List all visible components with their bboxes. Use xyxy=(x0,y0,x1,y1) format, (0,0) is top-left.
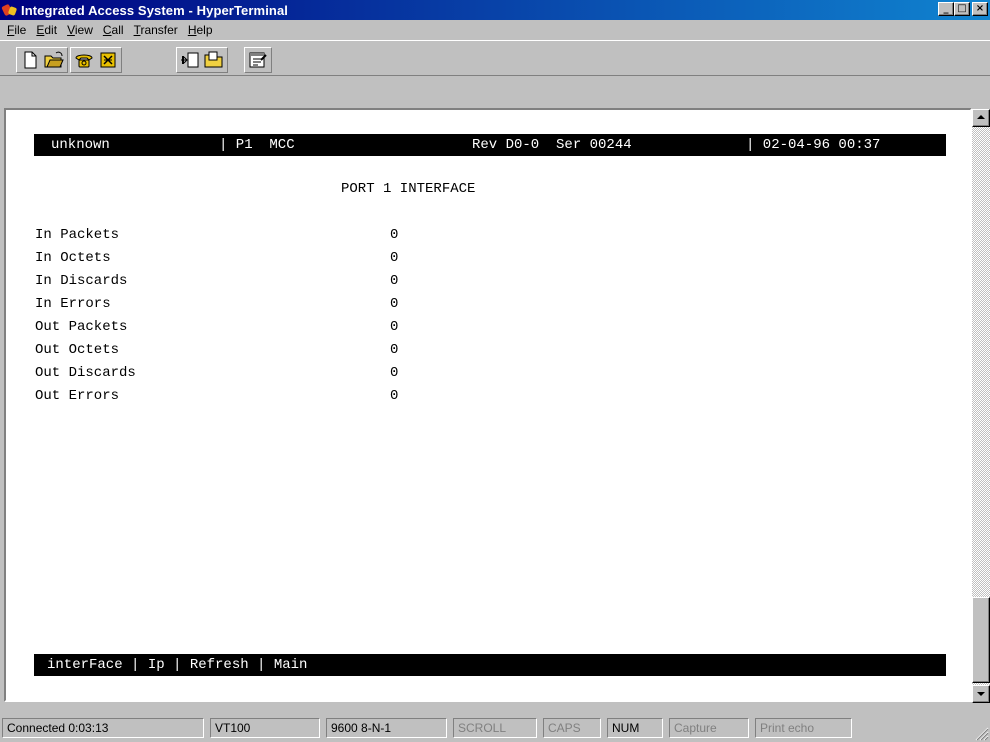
maximize-button[interactable]: □ xyxy=(954,2,970,16)
scroll-thumb[interactable] xyxy=(972,597,990,683)
menu-transfer-rest: ransfer xyxy=(140,23,178,37)
status-bar: Connected 0:03:13 VT100 9600 8-N-1 SCROL… xyxy=(0,716,990,742)
stat-label: Out Discards xyxy=(35,365,136,381)
status-num: NUM xyxy=(607,718,663,738)
stat-label: Out Packets xyxy=(35,319,128,335)
open-icon[interactable] xyxy=(43,50,65,70)
resize-grip-icon[interactable] xyxy=(975,727,989,741)
status-emulation: VT100 xyxy=(210,718,320,738)
stat-value: 0 xyxy=(390,250,399,266)
stat-value: 0 xyxy=(390,365,399,381)
scroll-track[interactable] xyxy=(972,127,990,685)
terminal-footer-menu: interFace | Ip | Refresh | Main xyxy=(34,654,946,676)
stat-value: 0 xyxy=(390,388,399,404)
title-bar[interactable]: Integrated Access System - HyperTerminal… xyxy=(0,0,990,20)
toolbar-group-file xyxy=(16,47,68,73)
menu-view[interactable]: View xyxy=(62,23,98,37)
menu-call[interactable]: Call xyxy=(98,23,129,37)
menu-call-rest: all xyxy=(111,23,124,37)
close-button[interactable]: × xyxy=(972,2,988,16)
stat-label: Out Errors xyxy=(35,388,120,404)
new-icon[interactable] xyxy=(19,50,41,70)
toolbar-group-properties xyxy=(244,47,272,73)
vertical-scrollbar[interactable] xyxy=(972,109,990,703)
menu-view-key: V xyxy=(67,23,75,37)
stat-value: 0 xyxy=(390,227,399,243)
scroll-down-button[interactable] xyxy=(972,685,990,703)
status-scroll: SCROLL xyxy=(453,718,537,738)
scroll-up-button[interactable] xyxy=(972,109,990,127)
toolbar-group-transfer xyxy=(176,47,228,73)
stat-value: 0 xyxy=(390,273,399,289)
toolbar xyxy=(0,40,990,76)
menu-file-rest: ile xyxy=(14,23,27,37)
arrow-down-icon xyxy=(977,692,985,696)
menu-help-rest: elp xyxy=(196,23,213,37)
header-port: | P1 MCC xyxy=(219,137,295,153)
menu-edit[interactable]: Edit xyxy=(31,23,62,37)
header-revision: Rev D0-0 Ser 00244 xyxy=(472,137,632,153)
stat-label: In Errors xyxy=(35,296,111,312)
stat-label: In Octets xyxy=(35,250,111,266)
status-print-echo: Print echo xyxy=(755,718,852,738)
receive-icon[interactable] xyxy=(203,50,225,70)
minimize-button[interactable]: _ xyxy=(938,2,954,16)
properties-icon[interactable] xyxy=(247,50,269,70)
menu-file[interactable]: File xyxy=(2,23,31,37)
connect-icon[interactable] xyxy=(73,50,95,70)
status-capture: Capture xyxy=(669,718,749,738)
menu-edit-rest: dit xyxy=(44,23,58,37)
menu-help[interactable]: Help xyxy=(183,23,218,37)
stat-value: 0 xyxy=(390,296,399,312)
menu-call-key: C xyxy=(102,23,112,37)
stat-value: 0 xyxy=(390,319,399,335)
window-title: Integrated Access System - HyperTerminal xyxy=(21,2,288,18)
status-caps: CAPS xyxy=(543,718,601,738)
toolbar-group-call xyxy=(70,47,122,73)
header-device: unknown xyxy=(51,137,110,153)
terminal-screen[interactable] xyxy=(8,112,964,698)
menu-view-rest: iew xyxy=(74,23,93,37)
stat-label: In Discards xyxy=(35,273,128,289)
menu-transfer[interactable]: Transfer xyxy=(129,23,183,37)
stat-label: In Packets xyxy=(35,227,120,243)
disconnect-icon[interactable] xyxy=(97,50,119,70)
screen-title: PORT 1 INTERFACE xyxy=(341,181,476,197)
stat-label: Out Octets xyxy=(35,342,120,358)
arrow-up-icon xyxy=(977,115,985,119)
terminal-header-bar: unknown | P1 MCC Rev D0-0 Ser 00244 | 02… xyxy=(34,134,946,156)
menu-bar: File Edit View Call Transfer Help xyxy=(0,20,218,40)
footer-commands: interFace | Ip | Refresh | Main xyxy=(47,657,308,673)
stat-value: 0 xyxy=(390,342,399,358)
status-connected: Connected 0:03:13 xyxy=(2,718,204,738)
header-datetime: | 02-04-96 00:37 xyxy=(746,137,881,153)
status-settings: 9600 8-N-1 xyxy=(326,718,447,738)
send-icon[interactable] xyxy=(179,50,201,70)
hyperterminal-app-icon[interactable] xyxy=(1,2,18,18)
